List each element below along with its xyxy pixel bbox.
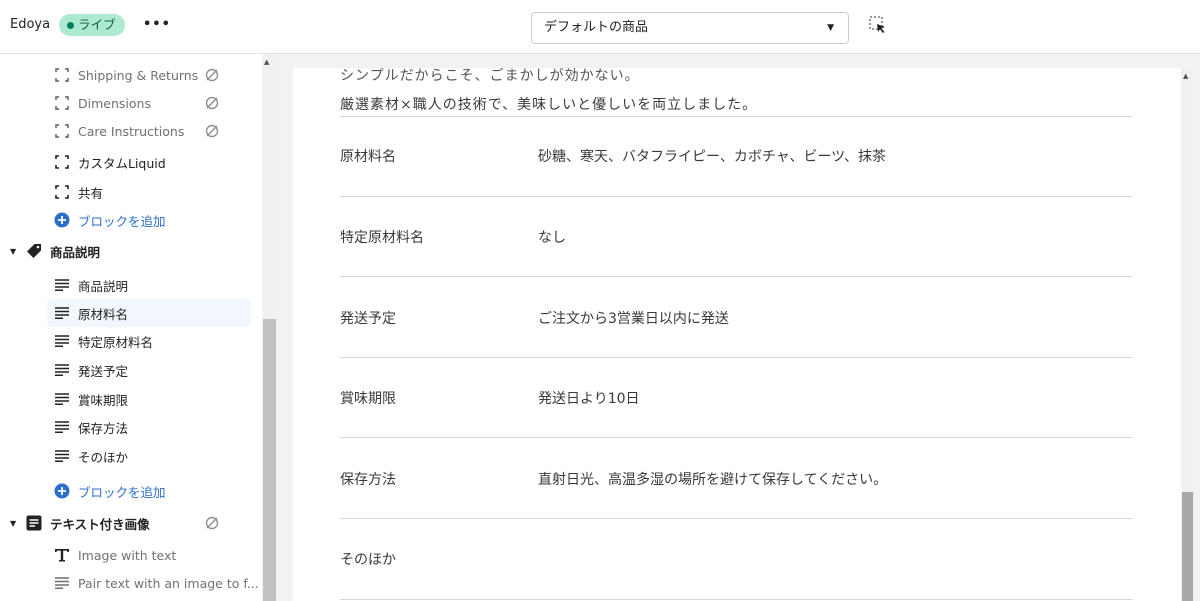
preview-scrollbar-thumb[interactable] [1182,492,1193,601]
sidebar-item-label: 原材料名 [78,306,129,322]
sidebar-item-label: 商品説明 [50,244,101,260]
text-lines-icon [54,575,70,591]
sidebar-item-label: 共有 [78,185,104,201]
scroll-up-arrow-icon[interactable]: ▲ [264,58,269,66]
text-image-icon [26,515,42,531]
text-lines-icon [54,305,70,321]
sidebar-item-image-with-text-heading[interactable]: Image with text [54,541,254,569]
inspector-toggle-button[interactable] [868,15,892,39]
top-bar: Edoya ライブ ••• デフォルトの商品 ▼ [0,0,1200,54]
sidebar-item-label: そのほか [78,449,129,465]
template-select-value: デフォルトの商品 [544,20,649,35]
template-select[interactable]: デフォルトの商品 ▼ [531,12,849,44]
sidebar-item-label: 賞味期限 [78,392,129,408]
divider [340,599,1133,600]
intro-text-line-1: シンプルだからこそ、ごまかしが効かない。 [340,68,640,84]
sidebar-section-product-description[interactable]: ▼ 商品説明 [10,237,254,265]
sidebar-item-label: Care Instructions [78,123,185,139]
live-dot-icon [67,21,74,29]
hidden-eye-slash-icon[interactable] [204,515,220,531]
plus-circle-icon [54,212,70,228]
store-name: Edoya [10,17,51,32]
divider [340,116,1133,117]
caret-down-icon[interactable]: ▼ [10,247,24,256]
divider [340,518,1133,519]
sidebar-item-label: カスタムLiquid [78,155,166,171]
plus-circle-icon [54,483,70,499]
chevron-down-icon: ▼ [827,23,834,33]
info-row-value: ご注文から3営業日以内に発送 [538,311,729,327]
live-status-badge: ライブ [59,14,125,36]
text-lines-icon [54,419,70,435]
scroll-up-arrow-icon[interactable]: ▲ [1183,72,1188,80]
divider [340,357,1133,358]
block-bracket-icon [54,184,70,200]
live-badge-label: ライブ [78,17,116,32]
info-row-label: 発送予定 [340,311,396,327]
hidden-eye-slash-icon[interactable] [204,95,220,111]
sidebar-item-label: Pair text with an image to f... [78,575,259,591]
sidebar-item-product-description[interactable]: 商品説明 [54,271,254,299]
sidebar-item-care-instructions[interactable]: Care Instructions [54,117,254,145]
sidebar: Shipping & Returns Dimensions Care Instr… [0,54,262,601]
sidebar-item-dimensions[interactable]: Dimensions [54,89,254,117]
hidden-eye-slash-icon[interactable] [204,123,220,139]
sidebar-item-label: 発送予定 [78,363,129,379]
sidebar-item-label: Shipping & Returns [78,67,199,83]
info-row-value: 砂糖、寒天、バタフライピー、カボチャ、ビーツ、抹茶 [538,149,887,165]
info-row-value: なし [538,230,566,246]
sidebar-item-label: Dimensions [78,95,151,111]
divider [340,196,1133,197]
info-row-label: 保存方法 [340,472,396,488]
sidebar-item-label: Image with text [78,547,177,563]
add-block-button[interactable]: ブロックを追加 [54,206,254,234]
hidden-eye-slash-icon[interactable] [204,67,220,83]
sidebar-item-storage[interactable]: 保存方法 [54,413,254,441]
sidebar-item-label: ブロックを追加 [78,484,166,500]
sidebar-item-label: 商品説明 [78,278,129,294]
text-lines-icon [54,448,70,464]
sidebar-item-best-before[interactable]: 賞味期限 [54,385,254,413]
text-lines-icon [54,277,70,293]
text-lines-icon [54,391,70,407]
sidebar-item-shipping-schedule[interactable]: 発送予定 [54,356,254,384]
sidebar-item-label: 特定原材料名 [78,334,154,350]
sidebar-item-label: テキスト付き画像 [50,516,150,532]
sidebar-item-other[interactable]: そのほか [54,442,254,470]
block-bracket-icon [54,123,70,139]
sidebar-item-custom-liquid[interactable]: カスタムLiquid [54,148,254,176]
sidebar-item-label: 保存方法 [78,420,129,436]
intro-text-line-2: 厳選素材×職人の技術で、美味しいと優しいを両立しました。 [340,97,758,113]
info-row-value: 直射日光、高温多湿の場所を避けて保存してください。 [538,472,888,488]
text-lines-icon [54,362,70,378]
sidebar-item-label: ブロックを追加 [78,213,166,229]
preview-frame: シンプルだからこそ、ごまかしが効かない。 厳選素材×職人の技術で、美味しいと優し… [293,68,1181,601]
block-bracket-icon [54,95,70,111]
info-row-label: 賞味期限 [340,391,396,407]
add-block-button[interactable]: ブロックを追加 [54,477,254,505]
sidebar-scrollbar-thumb[interactable] [263,319,276,601]
sidebar-item-shipping-returns[interactable]: Shipping & Returns [54,61,254,89]
divider [340,276,1133,277]
tag-icon [26,243,42,259]
more-actions-button[interactable]: ••• [143,13,170,37]
info-row-label: 原材料名 [340,149,396,165]
sidebar-item-shared[interactable]: 共有 [54,178,254,206]
sidebar-item-specific-ingredients[interactable]: 特定原材料名 [54,327,254,355]
info-row-value: 発送日より10日 [538,391,640,407]
info-row-label: 特定原材料名 [340,230,424,246]
text-lines-icon [54,333,70,349]
sidebar-item-image-with-text-body[interactable]: Pair text with an image to f... [54,569,259,597]
divider [340,437,1133,438]
info-row-label: そのほか [340,552,396,568]
block-bracket-icon [54,67,70,83]
sidebar-item-ingredients[interactable]: 原材料名 [47,299,251,327]
select-cursor-icon [869,16,885,33]
block-bracket-icon [54,154,70,170]
caret-down-icon[interactable]: ▼ [10,519,24,528]
text-t-icon [54,547,70,563]
